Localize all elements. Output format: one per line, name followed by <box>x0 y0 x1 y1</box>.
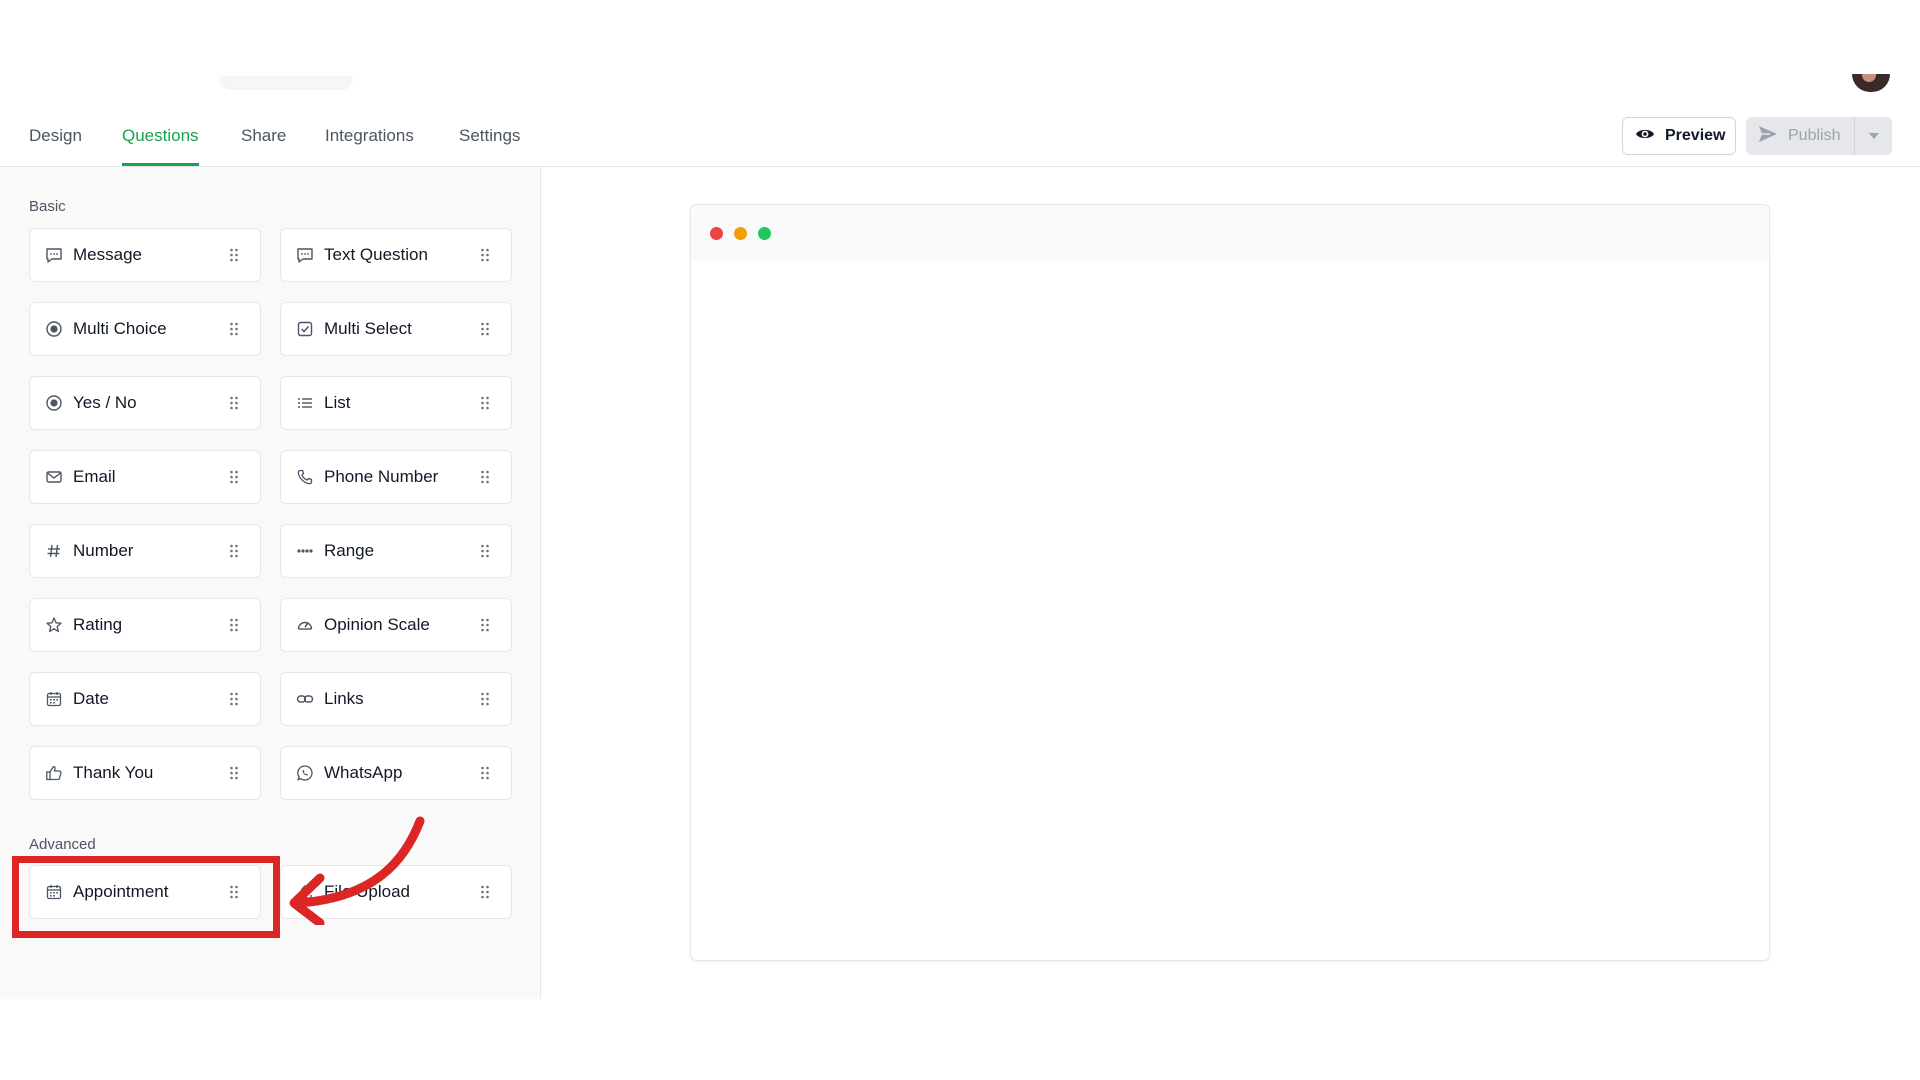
drag-handle-icon[interactable] <box>224 467 244 487</box>
publish-label: Publish <box>1788 127 1841 144</box>
tab-settings[interactable]: Settings <box>459 108 520 166</box>
question-type-label: Date <box>73 689 109 708</box>
section-label-advanced: Advanced <box>29 836 96 853</box>
question-type-list[interactable]: List <box>280 376 512 430</box>
window-maximize-dot <box>758 227 771 240</box>
question-type-multi-choice[interactable]: Multi Choice <box>29 302 261 356</box>
whatsapp-icon <box>295 763 315 783</box>
drag-handle-icon[interactable] <box>224 689 244 709</box>
avatar[interactable] <box>1852 74 1890 92</box>
question-type-number[interactable]: Number <box>29 524 261 578</box>
question-type-links[interactable]: Links <box>280 672 512 726</box>
preview-label: Preview <box>1665 127 1726 144</box>
section-label-basic: Basic <box>29 198 66 215</box>
question-type-label: Yes / No <box>73 393 137 412</box>
question-type-range[interactable]: Range <box>280 524 512 578</box>
phone-icon <box>295 467 315 487</box>
drag-handle-icon[interactable] <box>224 763 244 783</box>
radio-icon <box>44 319 64 339</box>
preview-button[interactable]: Preview <box>1622 117 1736 155</box>
question-type-label: Range <box>324 541 375 560</box>
question-type-label: Message <box>73 245 142 264</box>
publish-options-button[interactable] <box>1855 117 1892 155</box>
question-type-label: WhatsApp <box>324 763 403 782</box>
drag-handle-icon[interactable] <box>475 245 495 265</box>
question-type-whatsapp[interactable]: WhatsApp <box>280 746 512 800</box>
publish-button[interactable]: Publish <box>1746 117 1892 155</box>
question-type-label: Opinion Scale <box>324 615 430 634</box>
window-minimize-dot <box>734 227 747 240</box>
question-type-message[interactable]: Message <box>29 228 261 282</box>
star-icon <box>44 615 64 635</box>
hash-icon <box>44 541 64 561</box>
question-type-opinion-scale[interactable]: Opinion Scale <box>280 598 512 652</box>
window-title-bar <box>691 205 1769 260</box>
drag-handle-icon[interactable] <box>475 319 495 339</box>
range-icon <box>295 541 315 561</box>
question-type-date[interactable]: Date <box>29 672 261 726</box>
drag-handle-icon[interactable] <box>224 541 244 561</box>
drag-handle-icon[interactable] <box>224 319 244 339</box>
workspace-selector[interactable] <box>220 76 352 88</box>
drag-handle-icon[interactable] <box>475 615 495 635</box>
top-header <box>0 0 1920 109</box>
drag-handle-icon[interactable] <box>475 467 495 487</box>
editor-tabs-bar: Design Questions Share Integrations Sett… <box>0 108 1920 167</box>
question-type-label: Email <box>73 467 116 486</box>
drag-handle-icon[interactable] <box>475 393 495 413</box>
question-type-label: Rating <box>73 615 123 634</box>
question-type-thank-you[interactable]: Thank You <box>29 746 261 800</box>
question-type-rating[interactable]: Rating <box>29 598 261 652</box>
question-type-yes-no[interactable]: Yes / No <box>29 376 261 430</box>
link-icon <box>295 689 315 709</box>
drag-handle-icon[interactable] <box>475 882 495 902</box>
question-type-phone-number[interactable]: Phone Number <box>280 450 512 504</box>
drag-handle-icon[interactable] <box>475 763 495 783</box>
question-type-label: Phone Number <box>324 467 439 486</box>
question-type-email[interactable]: Email <box>29 450 261 504</box>
message-icon <box>44 245 64 265</box>
tab-design[interactable]: Design <box>29 108 82 166</box>
gauge-icon <box>295 615 315 635</box>
question-type-label: Number <box>73 541 134 560</box>
tab-share[interactable]: Share <box>241 108 286 166</box>
highlight-box <box>12 856 280 938</box>
question-type-label: Text Question <box>324 245 428 264</box>
mail-icon <box>44 467 64 487</box>
send-icon <box>1758 125 1778 148</box>
eye-icon <box>1635 124 1655 149</box>
drag-handle-icon[interactable] <box>475 541 495 561</box>
question-type-label: Links <box>324 689 364 708</box>
thumbs-up-icon <box>44 763 64 783</box>
drag-handle-icon[interactable] <box>224 393 244 413</box>
tab-integrations[interactable]: Integrations <box>325 108 414 166</box>
list-icon <box>295 393 315 413</box>
question-type-label: Multi Choice <box>73 319 167 338</box>
drag-handle-icon[interactable] <box>224 245 244 265</box>
question-type-label: List <box>324 393 351 412</box>
tab-questions[interactable]: Questions <box>122 108 199 166</box>
question-type-multi-select[interactable]: Multi Select <box>280 302 512 356</box>
calendar-icon <box>44 689 64 709</box>
question-type-label: Multi Select <box>324 319 412 338</box>
form-preview-window <box>690 204 1770 961</box>
publish-main[interactable]: Publish <box>1746 117 1854 155</box>
radio-icon <box>44 393 64 413</box>
text-question-icon <box>295 245 315 265</box>
question-type-text-question[interactable]: Text Question <box>280 228 512 282</box>
window-close-dot <box>710 227 723 240</box>
drag-handle-icon[interactable] <box>224 615 244 635</box>
question-type-label: Thank You <box>73 763 154 782</box>
drag-handle-icon[interactable] <box>475 689 495 709</box>
checkbox-icon <box>295 319 315 339</box>
callout-arrow-icon <box>289 816 425 925</box>
chevron-down-icon <box>1868 127 1880 145</box>
